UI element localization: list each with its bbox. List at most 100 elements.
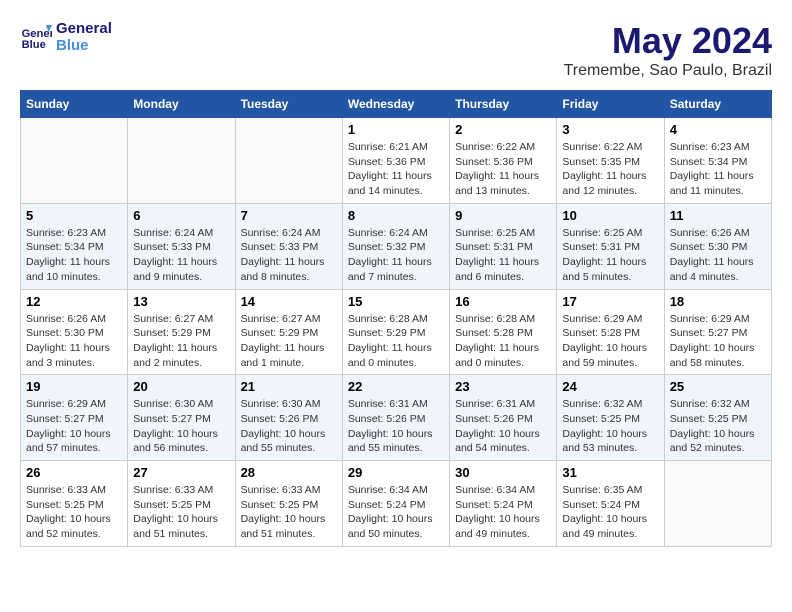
day-number: 20	[133, 379, 229, 394]
day-number: 25	[670, 379, 766, 394]
day-info: Sunrise: 6:25 AMSunset: 5:31 PMDaylight:…	[455, 226, 551, 285]
calendar-cell: 13 Sunrise: 6:27 AMSunset: 5:29 PMDayligh…	[128, 289, 235, 375]
day-number: 23	[455, 379, 551, 394]
day-info: Sunrise: 6:32 AMSunset: 5:25 PMDaylight:…	[670, 397, 766, 456]
col-header-tuesday: Tuesday	[235, 91, 342, 118]
location-subtitle: Tremembe, Sao Paulo, Brazil	[564, 62, 772, 80]
calendar-cell: 30 Sunrise: 6:34 AMSunset: 5:24 PMDayligh…	[450, 461, 557, 547]
calendar-cell: 14Sunrise: 6:27 AMSunset: 5:29 PMDayligh…	[235, 289, 342, 375]
day-info: Sunrise: 6:27 AMSunset: 5:29 PMDaylight:…	[133, 312, 229, 371]
day-number: 13	[133, 294, 229, 309]
calendar-cell: 9 Sunrise: 6:25 AMSunset: 5:31 PMDaylight…	[450, 203, 557, 289]
day-number: 1	[348, 122, 444, 137]
day-number: 12	[26, 294, 122, 309]
day-number: 19	[26, 379, 122, 394]
day-number: 5	[26, 208, 122, 223]
day-info: Sunrise: 6:30 AMSunset: 5:26 PMDaylight:…	[241, 397, 337, 456]
calendar-cell: 23Sunrise: 6:31 AMSunset: 5:26 PMDayligh…	[450, 375, 557, 461]
svg-text:General: General	[22, 28, 52, 40]
calendar-cell: 26 Sunrise: 6:33 AMSunset: 5:25 PMDayligh…	[21, 461, 128, 547]
day-info: Sunrise: 6:26 AMSunset: 5:30 PMDaylight:…	[26, 312, 122, 371]
day-info: Sunrise: 6:34 AMSunset: 5:24 PMDaylight:…	[455, 483, 551, 542]
day-info: Sunrise: 6:35 AMSunset: 5:24 PMDaylight:…	[562, 483, 658, 542]
day-info: Sunrise: 6:31 AMSunset: 5:26 PMDaylight:…	[348, 397, 444, 456]
day-number: 18	[670, 294, 766, 309]
day-info: Sunrise: 6:24 AMSunset: 5:32 PMDaylight:…	[348, 226, 444, 285]
day-info: Sunrise: 6:23 AMSunset: 5:34 PMDaylight:…	[26, 226, 122, 285]
day-number: 9	[455, 208, 551, 223]
day-info: Sunrise: 6:28 AMSunset: 5:28 PMDaylight:…	[455, 312, 551, 371]
calendar-cell: 27 Sunrise: 6:33 AMSunset: 5:25 PMDayligh…	[128, 461, 235, 547]
calendar-cell: 25 Sunrise: 6:32 AMSunset: 5:25 PMDayligh…	[664, 375, 771, 461]
day-number: 3	[562, 122, 658, 137]
month-title: May 2024	[564, 20, 772, 62]
day-number: 22	[348, 379, 444, 394]
calendar-cell: 10Sunrise: 6:25 AMSunset: 5:31 PMDayligh…	[557, 203, 664, 289]
svg-text:Blue: Blue	[22, 39, 46, 51]
calendar-cell: 17 Sunrise: 6:29 AMSunset: 5:28 PMDayligh…	[557, 289, 664, 375]
logo-line2: Blue	[56, 37, 112, 54]
col-header-saturday: Saturday	[664, 91, 771, 118]
day-info: Sunrise: 6:34 AMSunset: 5:24 PMDaylight:…	[348, 483, 444, 542]
day-info: Sunrise: 6:32 AMSunset: 5:25 PMDaylight:…	[562, 397, 658, 456]
day-info: Sunrise: 6:25 AMSunset: 5:31 PMDaylight:…	[562, 226, 658, 285]
calendar-cell: 18 Sunrise: 6:29 AMSunset: 5:27 PMDayligh…	[664, 289, 771, 375]
day-number: 16	[455, 294, 551, 309]
day-number: 2	[455, 122, 551, 137]
calendar-cell: 15 Sunrise: 6:28 AMSunset: 5:29 PMDayligh…	[342, 289, 449, 375]
day-number: 14	[241, 294, 337, 309]
day-number: 27	[133, 465, 229, 480]
calendar-cell: 28Sunrise: 6:33 AMSunset: 5:25 PMDayligh…	[235, 461, 342, 547]
day-info: Sunrise: 6:22 AMSunset: 5:36 PMDaylight:…	[455, 140, 551, 199]
day-info: Sunrise: 6:33 AMSunset: 5:25 PMDaylight:…	[133, 483, 229, 542]
day-info: Sunrise: 6:33 AMSunset: 5:25 PMDaylight:…	[241, 483, 337, 542]
day-info: Sunrise: 6:29 AMSunset: 5:27 PMDaylight:…	[26, 397, 122, 456]
day-number: 31	[562, 465, 658, 480]
day-info: Sunrise: 6:33 AMSunset: 5:25 PMDaylight:…	[26, 483, 122, 542]
calendar-cell: 1 Sunrise: 6:21 AMSunset: 5:36 PMDaylight…	[342, 118, 449, 204]
day-info: Sunrise: 6:24 AMSunset: 5:33 PMDaylight:…	[241, 226, 337, 285]
calendar-cell: 29 Sunrise: 6:34 AMSunset: 5:24 PMDayligh…	[342, 461, 449, 547]
calendar-cell: 22 Sunrise: 6:31 AMSunset: 5:26 PMDayligh…	[342, 375, 449, 461]
calendar-cell: 12 Sunrise: 6:26 AMSunset: 5:30 PMDayligh…	[21, 289, 128, 375]
day-info: Sunrise: 6:30 AMSunset: 5:27 PMDaylight:…	[133, 397, 229, 456]
day-number: 21	[241, 379, 337, 394]
day-number: 7	[241, 208, 337, 223]
calendar-cell: 16 Sunrise: 6:28 AMSunset: 5:28 PMDayligh…	[450, 289, 557, 375]
day-number: 6	[133, 208, 229, 223]
col-header-sunday: Sunday	[21, 91, 128, 118]
calendar-cell	[21, 118, 128, 204]
day-number: 24	[562, 379, 658, 394]
day-number: 15	[348, 294, 444, 309]
calendar-cell: 21 Sunrise: 6:30 AMSunset: 5:26 PMDayligh…	[235, 375, 342, 461]
logo-icon: General Blue	[20, 21, 52, 53]
calendar-cell: 11 Sunrise: 6:26 AMSunset: 5:30 PMDayligh…	[664, 203, 771, 289]
col-header-wednesday: Wednesday	[342, 91, 449, 118]
day-info: Sunrise: 6:23 AMSunset: 5:34 PMDaylight:…	[670, 140, 766, 199]
logo: General Blue General Blue	[20, 20, 112, 54]
calendar-table: SundayMondayTuesdayWednesdayThursdayFrid…	[20, 90, 772, 547]
day-number: 11	[670, 208, 766, 223]
calendar-cell	[128, 118, 235, 204]
calendar-cell: 4 Sunrise: 6:23 AMSunset: 5:34 PMDaylight…	[664, 118, 771, 204]
col-header-monday: Monday	[128, 91, 235, 118]
day-number: 17	[562, 294, 658, 309]
calendar-cell: 3 Sunrise: 6:22 AMSunset: 5:35 PMDaylight…	[557, 118, 664, 204]
day-info: Sunrise: 6:29 AMSunset: 5:27 PMDaylight:…	[670, 312, 766, 371]
day-info: Sunrise: 6:21 AMSunset: 5:36 PMDaylight:…	[348, 140, 444, 199]
day-number: 26	[26, 465, 122, 480]
calendar-cell	[235, 118, 342, 204]
day-number: 30	[455, 465, 551, 480]
logo-line1: General	[56, 20, 112, 37]
calendar-cell: 24 Sunrise: 6:32 AMSunset: 5:25 PMDayligh…	[557, 375, 664, 461]
calendar-header-row: SundayMondayTuesdayWednesdayThursdayFrid…	[21, 91, 772, 118]
title-block: May 2024 Tremembe, Sao Paulo, Brazil	[564, 20, 772, 80]
day-number: 4	[670, 122, 766, 137]
calendar-cell: 7 Sunrise: 6:24 AMSunset: 5:33 PMDaylight…	[235, 203, 342, 289]
calendar-cell: 8Sunrise: 6:24 AMSunset: 5:32 PMDaylight…	[342, 203, 449, 289]
day-number: 29	[348, 465, 444, 480]
day-info: Sunrise: 6:26 AMSunset: 5:30 PMDaylight:…	[670, 226, 766, 285]
day-info: Sunrise: 6:22 AMSunset: 5:35 PMDaylight:…	[562, 140, 658, 199]
day-info: Sunrise: 6:28 AMSunset: 5:29 PMDaylight:…	[348, 312, 444, 371]
day-info: Sunrise: 6:29 AMSunset: 5:28 PMDaylight:…	[562, 312, 658, 371]
